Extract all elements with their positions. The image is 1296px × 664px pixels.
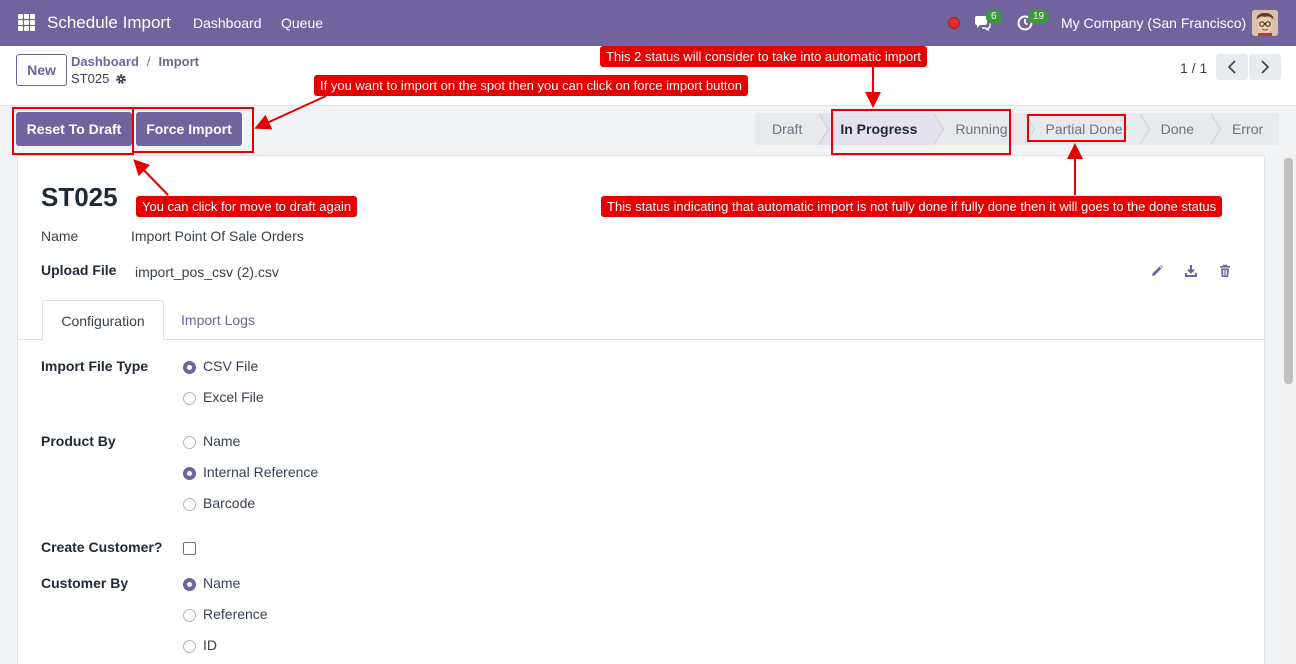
- name-value[interactable]: Import Point Of Sale Orders: [131, 228, 304, 244]
- chevron-right-icon: [1261, 60, 1270, 74]
- radio-customer-id[interactable]: [183, 640, 196, 653]
- chat-count-badge: 6: [986, 10, 1002, 24]
- customer-by-label: Customer By: [41, 575, 129, 591]
- chevron-left-icon: [1227, 60, 1236, 74]
- record-icon[interactable]: [948, 17, 960, 29]
- annotation-force-note: If you want to import on the spot then y…: [314, 75, 749, 96]
- annotation-partial-note: This status indicating that automatic im…: [601, 196, 1223, 217]
- breadcrumb-import[interactable]: Import: [159, 54, 199, 69]
- annotation-status-note: This 2 status will consider to take into…: [600, 46, 928, 67]
- highlight-partial-done: [1027, 114, 1126, 142]
- radio-customer-reference[interactable]: [183, 609, 196, 622]
- create-customer-checkbox[interactable]: [183, 542, 196, 555]
- radio-csv-file[interactable]: [183, 361, 196, 374]
- option-customer-reference[interactable]: Reference: [203, 606, 268, 622]
- pager-previous-button[interactable]: [1216, 54, 1248, 80]
- option-customer-id[interactable]: ID: [203, 637, 217, 653]
- gear-icon[interactable]: [115, 73, 127, 85]
- edit-pencil-icon[interactable]: [1150, 264, 1164, 278]
- apps-menu-icon[interactable]: [18, 14, 35, 31]
- activity-count-badge: 19: [1028, 10, 1050, 24]
- highlight-force-button: [132, 107, 254, 153]
- radio-excel-file[interactable]: [183, 392, 196, 405]
- record-title: ST025: [41, 182, 118, 212]
- highlight-reset-button: [12, 107, 134, 155]
- scrollbar-thumb[interactable]: [1284, 158, 1293, 384]
- create-customer-label: Create Customer?: [41, 539, 163, 555]
- option-csv-file[interactable]: CSV File: [203, 358, 258, 374]
- new-button[interactable]: New: [16, 54, 67, 86]
- annotation-draft-note: You can click for move to draft again: [136, 196, 358, 217]
- app-name[interactable]: Schedule Import: [47, 13, 171, 33]
- breadcrumb-dashboard[interactable]: Dashboard: [71, 54, 139, 69]
- radio-product-name[interactable]: [183, 436, 196, 449]
- nav-dashboard[interactable]: Dashboard: [193, 15, 262, 31]
- radio-customer-name[interactable]: [183, 578, 196, 591]
- breadcrumb-separator: /: [146, 54, 151, 69]
- radio-barcode[interactable]: [183, 498, 196, 511]
- option-internal-reference[interactable]: Internal Reference: [203, 464, 318, 480]
- pager-value[interactable]: 1 / 1: [1180, 60, 1207, 76]
- tab-configuration[interactable]: Configuration: [42, 300, 164, 341]
- tab-import-logs[interactable]: Import Logs: [168, 300, 268, 340]
- option-excel-file[interactable]: Excel File: [203, 389, 264, 405]
- breadcrumb: Dashboard / Import: [71, 54, 199, 69]
- record-name: ST025: [71, 71, 110, 86]
- download-icon[interactable]: [1184, 264, 1198, 278]
- form-sheet: ST025 Name Import Point Of Sale Orders U…: [17, 155, 1265, 664]
- import-file-type-label: Import File Type: [41, 358, 149, 374]
- user-avatar[interactable]: [1252, 10, 1278, 36]
- upload-file-value[interactable]: import_pos_csv (2).csv: [135, 264, 279, 280]
- highlight-in-progress-running: [831, 109, 1011, 155]
- top-navbar: Schedule Import Dashboard Queue 6 19 My …: [0, 0, 1296, 46]
- company-switcher[interactable]: My Company (San Francisco): [1061, 15, 1246, 31]
- trash-icon[interactable]: [1218, 264, 1232, 278]
- breadcrumb-current-record: ST025: [71, 71, 127, 86]
- file-actions: [1150, 264, 1232, 278]
- status-draft[interactable]: Draft: [755, 113, 830, 145]
- product-by-label: Product By: [41, 433, 116, 449]
- name-label: Name: [41, 228, 79, 244]
- option-customer-name[interactable]: Name: [203, 575, 240, 591]
- upload-file-label: Upload File: [41, 262, 117, 278]
- option-product-name[interactable]: Name: [203, 433, 240, 449]
- nav-queue[interactable]: Queue: [281, 15, 323, 31]
- radio-internal-reference[interactable]: [183, 467, 196, 480]
- option-barcode[interactable]: Barcode: [203, 495, 255, 511]
- notebook-tabs: Configuration Import Logs: [18, 300, 1264, 341]
- pager-next-button[interactable]: [1249, 54, 1281, 80]
